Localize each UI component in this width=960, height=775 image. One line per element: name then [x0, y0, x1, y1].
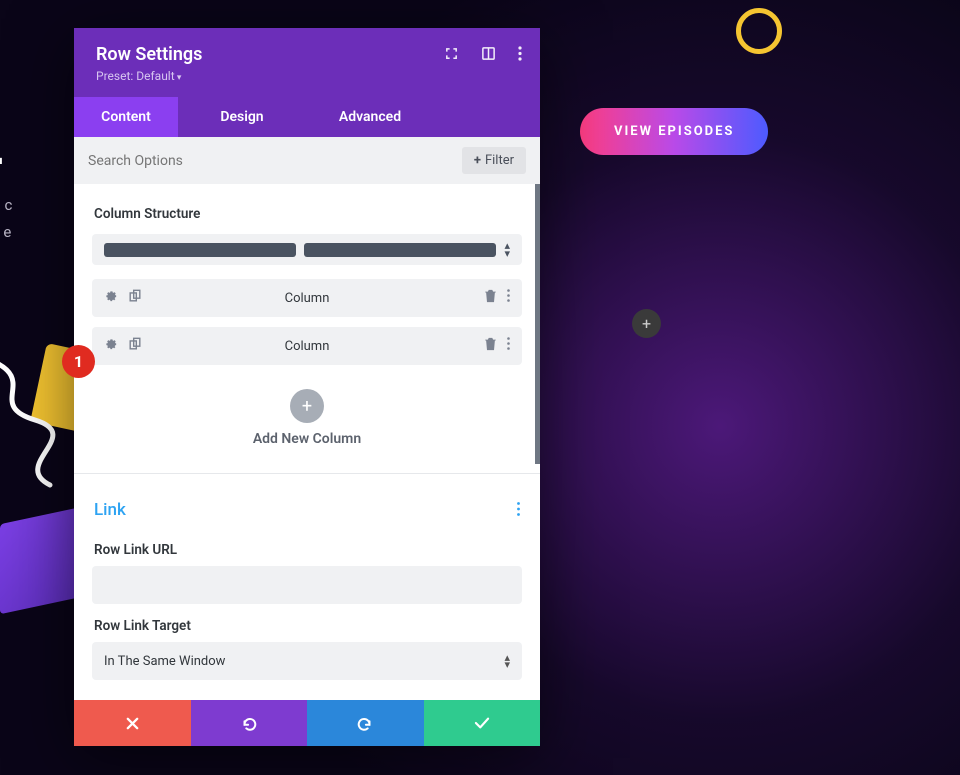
modal-footer	[74, 700, 540, 746]
modal-tabs: Content Design Advanced	[74, 97, 540, 137]
scrollbar[interactable]	[535, 184, 540, 464]
responsive-icon[interactable]	[481, 46, 496, 65]
structure-bar-2	[304, 243, 496, 257]
trash-icon[interactable]	[484, 337, 497, 355]
row-link-url-input[interactable]	[92, 566, 522, 604]
search-row: +Filter	[74, 137, 540, 184]
add-new-column[interactable]: + Add New Column	[92, 375, 522, 473]
view-episodes-button[interactable]: VIEW EPISODES	[580, 108, 768, 155]
duplicate-icon[interactable]	[128, 337, 142, 355]
search-input[interactable]	[88, 153, 462, 169]
duplicate-icon[interactable]	[128, 289, 142, 307]
annotation-badge-1: 1	[62, 345, 95, 378]
kebab-menu-icon[interactable]	[507, 289, 510, 307]
row-link-target-label: Row Link Target	[92, 604, 522, 642]
undo-button[interactable]	[191, 700, 308, 746]
row-settings-modal: Row Settings Preset: Default Content Des…	[74, 28, 540, 746]
add-module-button[interactable]: +	[632, 309, 661, 338]
preset-dropdown[interactable]: Preset: Default	[96, 69, 518, 83]
hero-headline-fragment: t L	[0, 115, 4, 178]
gear-icon[interactable]	[104, 337, 118, 355]
structure-bar-1	[104, 243, 296, 257]
select-caret-icon: ▴▾	[504, 242, 510, 257]
trash-icon[interactable]	[484, 289, 497, 307]
decor-ring-icon	[736, 8, 782, 54]
modal-header: Row Settings Preset: Default	[74, 28, 540, 97]
save-button[interactable]	[424, 700, 541, 746]
redo-button[interactable]	[307, 700, 424, 746]
cancel-button[interactable]	[74, 700, 191, 746]
column-structure-label: Column Structure	[92, 184, 522, 234]
column-label: Column	[285, 339, 330, 354]
kebab-menu-icon[interactable]	[518, 46, 522, 65]
column-row-1[interactable]: Column	[92, 279, 522, 317]
tab-design[interactable]: Design	[178, 97, 306, 137]
column-row-2[interactable]: Column	[92, 327, 522, 365]
modal-body: Column Structure ▴▾ Column Column	[74, 184, 540, 680]
expand-icon[interactable]	[444, 46, 459, 65]
add-new-column-label: Add New Column	[92, 431, 522, 447]
kebab-menu-icon[interactable]	[517, 501, 520, 520]
tab-content[interactable]: Content	[74, 97, 178, 137]
select-caret-icon: ▴▾	[504, 654, 510, 669]
gear-icon[interactable]	[104, 289, 118, 307]
row-link-target-select[interactable]: In The Same Window ▴▾	[92, 642, 522, 680]
column-label: Column	[285, 291, 330, 306]
filter-button[interactable]: +Filter	[462, 147, 526, 174]
tab-advanced[interactable]: Advanced	[306, 97, 434, 137]
kebab-menu-icon[interactable]	[507, 337, 510, 355]
link-section-heading[interactable]: Link	[94, 500, 126, 520]
row-link-url-label: Row Link URL	[92, 528, 522, 566]
plus-icon[interactable]: +	[290, 389, 324, 423]
column-structure-select[interactable]: ▴▾	[92, 234, 522, 265]
